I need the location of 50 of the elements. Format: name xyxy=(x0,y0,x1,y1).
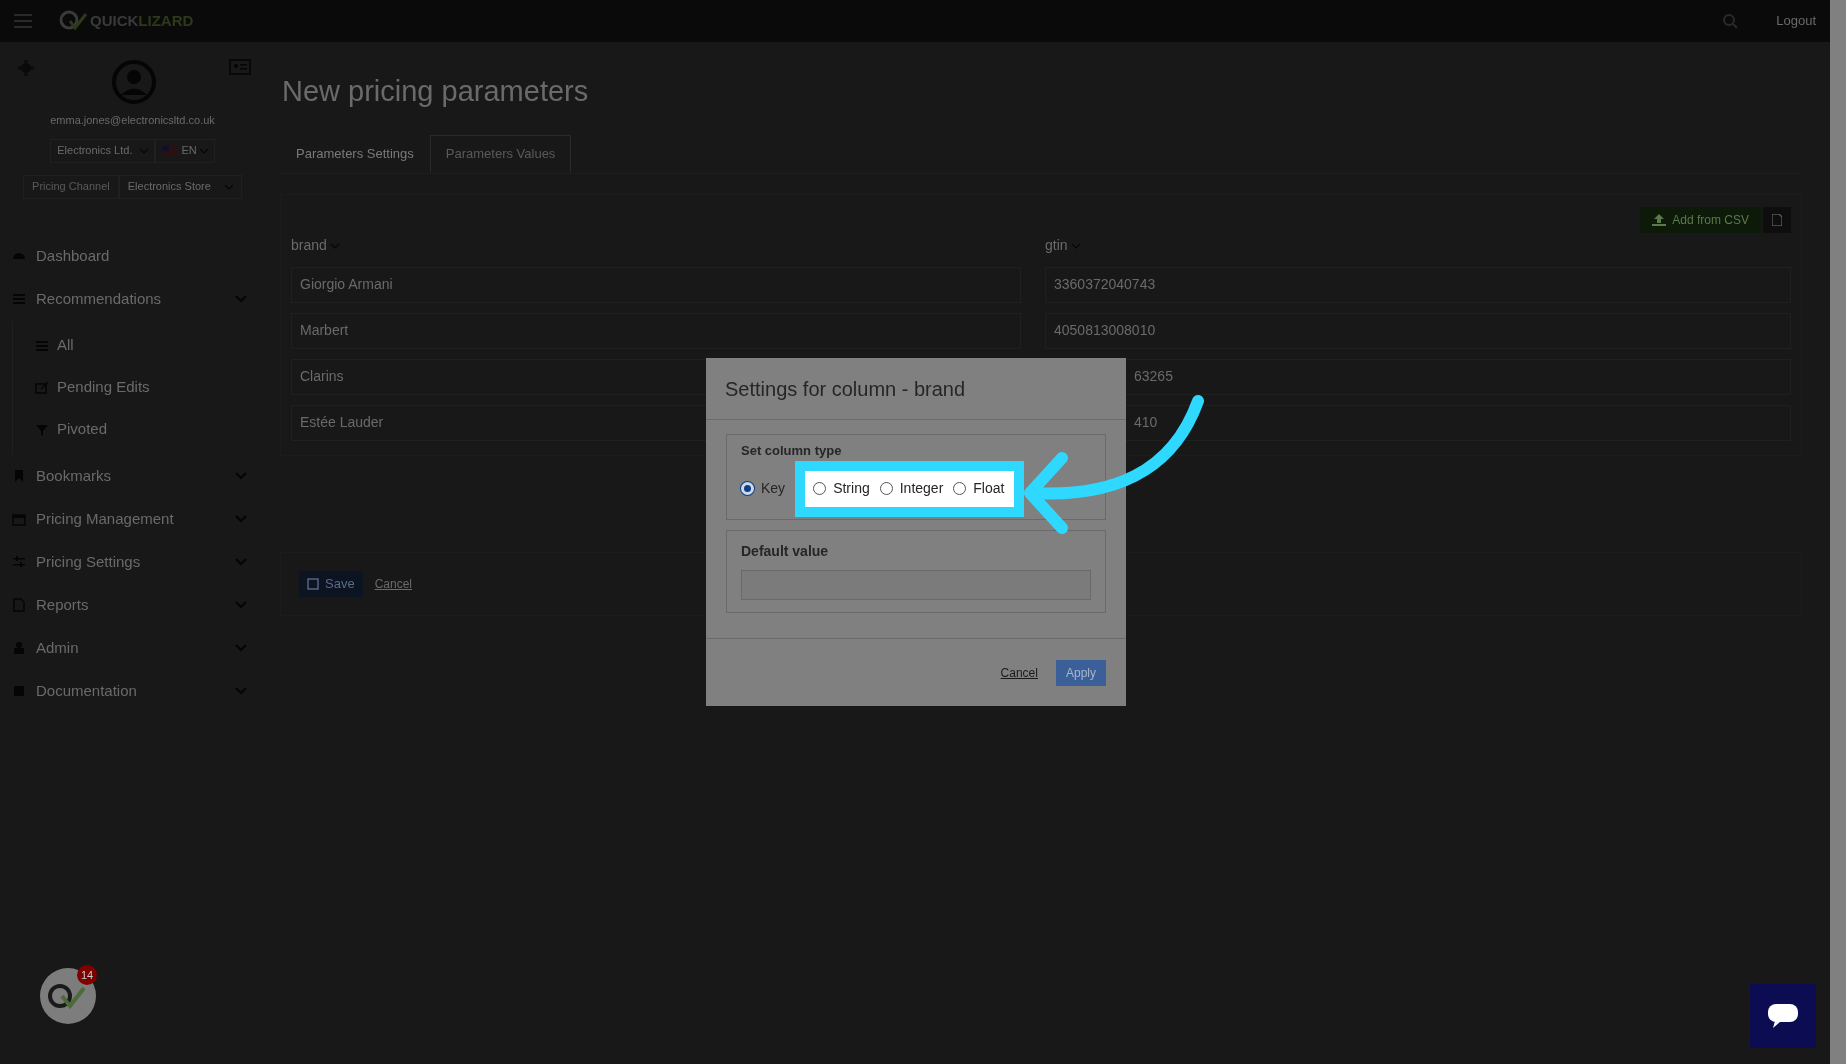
radio-option[interactable]: Key xyxy=(741,478,786,499)
chat-button[interactable] xyxy=(1750,984,1816,1048)
sidebar-item[interactable]: Bookmarks xyxy=(0,454,265,498)
tab[interactable]: Parameters Settings xyxy=(280,134,430,173)
table-cell[interactable]: 3360372040743 xyxy=(1045,266,1791,303)
field-label: Set column type xyxy=(741,442,843,460)
sidebar-item[interactable]: Reports xyxy=(0,583,265,627)
table-cell[interactable]: Giorgio Armani xyxy=(291,266,1021,303)
language-dropdown[interactable]: EN xyxy=(155,138,215,163)
apply-button[interactable]: Apply xyxy=(1055,659,1106,686)
sidebar-item[interactable]: Dashboard xyxy=(0,234,265,278)
sidebar-item[interactable]: Recommendations xyxy=(0,277,265,321)
radio-option[interactable]: Float xyxy=(953,478,1005,499)
sidebar-item[interactable]: Documentation xyxy=(0,669,265,713)
radio-option[interactable]: String xyxy=(813,478,870,499)
file-icon xyxy=(1772,213,1782,226)
sidebar-item[interactable]: Admin xyxy=(0,626,265,670)
search-icon[interactable] xyxy=(1722,13,1739,29)
channel-label: Pricing Channel xyxy=(23,174,119,199)
radio-option[interactable]: Integer xyxy=(879,478,944,499)
company-dropdown[interactable]: Electronics Ltd. xyxy=(50,138,156,163)
table-cell[interactable]: 4050813008010 xyxy=(1045,312,1791,349)
submenu-item[interactable]: Pending Edits xyxy=(13,366,265,409)
upload-icon xyxy=(1652,213,1667,226)
flag-icon xyxy=(162,145,179,156)
scrollbar[interactable] xyxy=(1830,0,1846,1064)
logo-icon xyxy=(58,9,88,33)
user-email: emma.jones@electronicsltd.co.uk xyxy=(49,113,216,128)
sidebar-item[interactable]: Pricing Management xyxy=(0,497,265,541)
assistant-widget[interactable] xyxy=(40,968,96,1024)
page-title: New pricing parameters xyxy=(282,74,590,109)
column-header[interactable]: gtin xyxy=(1045,234,1791,257)
notification-badge: 14 xyxy=(77,965,97,985)
add-from-csv-button[interactable]: Add from CSV xyxy=(1640,206,1761,233)
sidebar-item[interactable]: Pricing Settings xyxy=(0,540,265,584)
menu-icon[interactable] xyxy=(14,14,32,28)
cancel-link[interactable]: Cancel xyxy=(374,574,412,593)
submenu-item[interactable]: Pivoted xyxy=(13,408,265,451)
channel-dropdown[interactable]: Electronics Store xyxy=(118,174,242,199)
chat-bubble-icon xyxy=(1767,1003,1799,1029)
logout-link[interactable]: Logout xyxy=(1776,11,1816,31)
tab[interactable]: Parameters Values xyxy=(429,134,572,173)
file-button[interactable] xyxy=(1763,206,1791,233)
submenu-item[interactable]: All xyxy=(13,324,265,367)
table-cell[interactable]: Marbert xyxy=(291,312,1021,349)
field-label: Default value xyxy=(741,541,830,561)
save-button[interactable]: Save xyxy=(299,570,363,597)
column-header[interactable]: brand xyxy=(291,234,1021,257)
save-icon xyxy=(307,577,319,590)
cancel-link[interactable]: Cancel xyxy=(1000,663,1038,682)
